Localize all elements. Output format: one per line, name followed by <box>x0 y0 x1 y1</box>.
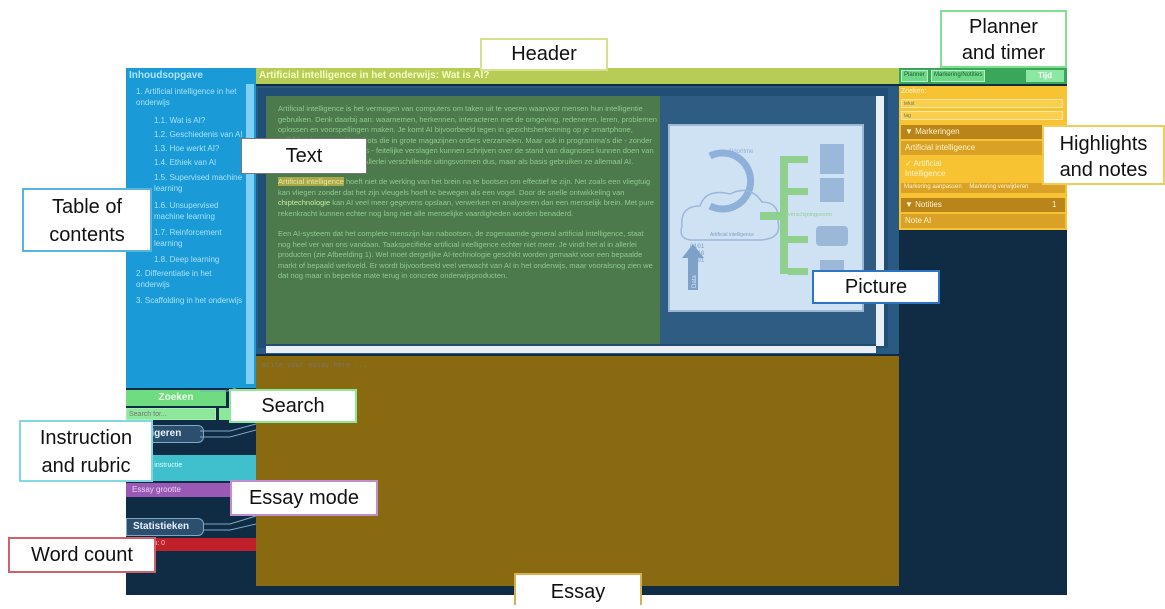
delete-highlight-button[interactable]: Markering verwijderen <box>969 184 1028 190</box>
highlight-actions: Markering aanpassen Markering verwijdere… <box>901 183 1065 193</box>
phone-icon <box>820 178 844 202</box>
edit-highlight-button[interactable]: Markering aanpassen <box>904 184 962 190</box>
highlights-header[interactable]: ▼ Markeringen <box>901 125 1065 139</box>
notes-search-label: Zoeken: <box>901 88 927 95</box>
notes-search-text[interactable] <box>901 99 1063 108</box>
annotation-header: Header <box>480 38 608 71</box>
annotation-text: Text <box>241 138 367 174</box>
annotation-toc: Table of contents <box>22 188 152 252</box>
selected-highlight[interactable]: ✓ Artificial Intelligence <box>901 157 981 181</box>
toc-item[interactable]: 1.2. Geschiedenis van AI <box>154 129 244 140</box>
annotation-planner: Planner and timer <box>940 10 1067 68</box>
output-branch-icon <box>780 156 788 274</box>
text-fragment: kan AI veel meer gegevens opslaan, verwe… <box>278 198 655 218</box>
toc-item[interactable]: 1.7. Reinforcement learning <box>154 227 244 249</box>
text-paragraph: Artificial intelligence hoeft niet de we… <box>278 177 658 219</box>
annotation-essay: Essay <box>514 573 642 605</box>
robot-icon <box>820 144 844 174</box>
toc-item[interactable]: 1. Artificial intelligence in het onderw… <box>136 86 244 108</box>
text-paragraph: Een AI-systeem dat het complete menszijn… <box>278 229 653 280</box>
planner-toolbar: Planner Markering/Notities Tijd <box>899 68 1067 84</box>
toc-item[interactable]: 3. Scaffolding in het onderwijs <box>136 295 244 306</box>
cloud-label: Artificial intelligence <box>710 232 754 238</box>
toc-scrollbar[interactable] <box>246 84 254 384</box>
planner-button[interactable]: Planner <box>901 70 928 82</box>
reader-scrollbar-horizontal[interactable] <box>266 346 876 353</box>
car-icon <box>816 226 848 246</box>
notes-header[interactable]: ▼ Notities <box>901 198 1065 212</box>
annotation-instruction: Instruction and rubric <box>19 420 153 482</box>
annotation-search: Search <box>229 389 357 423</box>
notes-toggle-button[interactable]: Markering/Notities <box>931 70 986 82</box>
highlighted-phrase[interactable]: Artificial intelligence <box>278 177 344 186</box>
toc-item[interactable]: 1.6. Unsupervised machine learning <box>154 200 244 222</box>
toc-item[interactable]: 1.1. Wat is AI? <box>154 115 244 126</box>
highlight-item[interactable]: Artificial intelligence <box>901 141 1065 155</box>
output-label: verschijningsvorm <box>788 212 832 218</box>
notes-count-badge: 1 <box>1052 200 1057 209</box>
toc-item[interactable]: 1.8. Deep learning <box>154 254 244 265</box>
algorithm-label: Algoritme <box>728 149 754 155</box>
cycle-arrow-icon <box>708 149 755 213</box>
toc-title: Inhoudsopgave <box>126 68 256 84</box>
note-item[interactable]: Note AI <box>901 214 1065 228</box>
annotation-word-count: Word count <box>8 537 156 573</box>
data-label: Data <box>692 275 698 288</box>
annotation-highlights: Highlights and notes <box>1042 125 1165 185</box>
annotation-essay-mode: Essay mode <box>230 480 378 516</box>
annotation-picture: Picture <box>812 270 940 304</box>
reader-scrollbar-vertical[interactable] <box>876 96 884 346</box>
timer[interactable]: Tijd <box>1026 70 1064 82</box>
notes-search-tag[interactable] <box>901 111 1063 120</box>
toc-item[interactable]: 2. Differentiatie in het onderwijs <box>136 268 244 290</box>
toc-item[interactable]: 1.4. Ethiek van AI <box>154 157 244 168</box>
toc-item[interactable]: 1.3. Hoe werkt AI? <box>154 143 244 154</box>
statistics-tab[interactable]: Statistieken <box>126 518 204 536</box>
toc-item[interactable]: 1.5. Supervised machine learning <box>154 172 244 194</box>
keyword-link[interactable]: chiptechnologie <box>278 198 330 207</box>
